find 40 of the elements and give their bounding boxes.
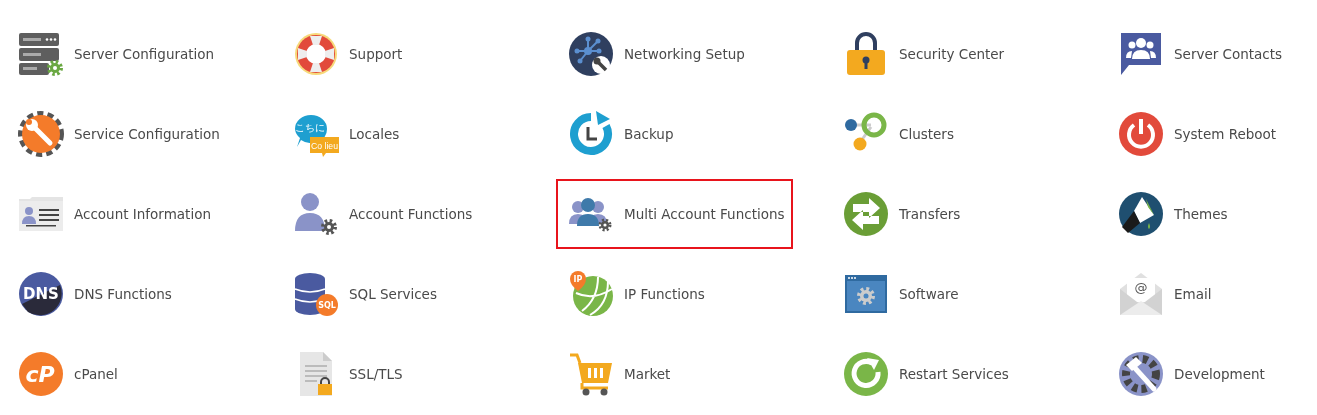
tool-link[interactable]: Restart Services	[831, 339, 1068, 409]
tool-link[interactable]: Clusters	[831, 99, 1068, 169]
tool-link[interactable]: SQL SQL Services	[281, 259, 518, 329]
tool-link[interactable]: Themes	[1106, 179, 1317, 249]
wrench-gear-icon	[18, 111, 64, 157]
people-chat-icon	[1118, 31, 1164, 77]
tool-link[interactable]: Transfers	[831, 179, 1068, 249]
tool-link[interactable]: Market	[556, 339, 793, 409]
tool-link[interactable]: Development	[1106, 339, 1317, 409]
tool-link[interactable]: Account Functions	[281, 179, 518, 249]
clock-arrow-icon	[568, 111, 614, 157]
tool-link[interactable]: SSL/TLS	[281, 339, 518, 409]
tool-link[interactable]: Backup	[556, 99, 793, 169]
tool-link[interactable]: こちに Co lieu Locales	[281, 99, 518, 169]
paintbrush-icon	[1118, 191, 1164, 237]
tool-link[interactable]: DNS DNS Functions	[6, 259, 243, 329]
envelope-icon: @	[1118, 271, 1164, 317]
lifebuoy-icon	[293, 31, 339, 77]
tool-link[interactable]: Networking Setup	[556, 19, 793, 89]
tool-link[interactable]: Support	[281, 19, 518, 89]
tool-link[interactable]: Security Center	[831, 19, 1068, 89]
tool-link[interactable]: Server Contacts	[1106, 19, 1317, 89]
tool-link[interactable]: IP IP Functions	[556, 259, 793, 329]
server-gear-icon	[18, 31, 64, 77]
cp-logo-icon: cP	[18, 351, 64, 397]
arrows-swap-icon	[843, 191, 889, 237]
tool-link[interactable]: Account Information	[6, 179, 243, 249]
dns-badge-icon: DNS	[18, 271, 64, 317]
tool-link[interactable]: Server Configuration	[6, 19, 243, 89]
tool-link[interactable]: System Reboot	[1106, 99, 1317, 169]
tool-link[interactable]: cP cPanel	[6, 339, 243, 409]
tool-link[interactable]: Service Configuration	[6, 99, 243, 169]
power-icon	[1118, 111, 1164, 157]
user-gear-icon	[293, 191, 339, 237]
tool-link[interactable]: Multi Account Functions	[556, 179, 793, 249]
hammer-gear-icon	[1118, 351, 1164, 397]
cart-icon	[568, 351, 614, 397]
tool-link[interactable]: @ Email	[1106, 259, 1317, 329]
tool-link[interactable]: Software	[831, 259, 1068, 329]
network-wrench-icon	[568, 31, 614, 77]
